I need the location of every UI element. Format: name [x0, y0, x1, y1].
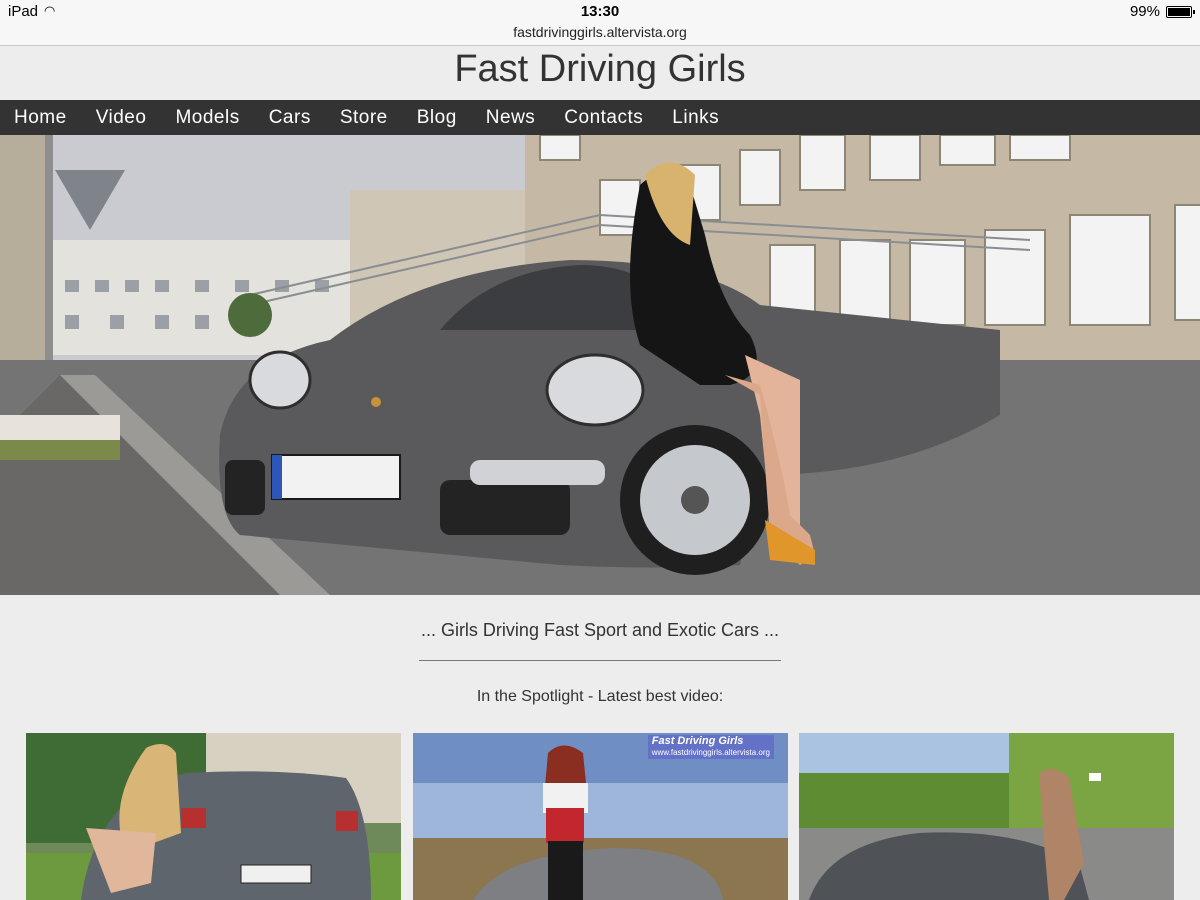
- nav-news[interactable]: News: [486, 107, 536, 129]
- nav-contacts[interactable]: Contacts: [564, 107, 643, 129]
- nav-video[interactable]: Video: [96, 107, 147, 129]
- site-title[interactable]: Fast Driving Girls: [0, 47, 1200, 100]
- nav-home[interactable]: Home: [14, 107, 67, 129]
- nav-cars[interactable]: Cars: [269, 107, 311, 129]
- section-divider: [419, 660, 781, 661]
- battery-icon: [1166, 6, 1195, 18]
- hero-image: [0, 135, 1200, 595]
- nav-models[interactable]: Models: [175, 107, 239, 129]
- video-thumbnail[interactable]: [799, 733, 1174, 900]
- main-nav: Home Video Models Cars Store Blog News C…: [0, 100, 1200, 135]
- spotlight-heading: In the Spotlight - Latest best video:: [476, 688, 724, 705]
- nav-blog[interactable]: Blog: [417, 107, 457, 129]
- site-tagline: ... Girls Driving Fast Sport and Exotic …: [420, 620, 780, 640]
- address-bar[interactable]: fastdrivinggirls.altervista.org: [0, 24, 1200, 46]
- video-thumbnail[interactable]: Fast Driving Girls www.fastdrivinggirls.…: [413, 733, 788, 900]
- nav-links[interactable]: Links: [672, 107, 719, 129]
- video-thumbnails: Fast Driving Girls www.fastdrivinggirls.…: [26, 733, 1174, 900]
- video-thumbnail[interactable]: [26, 733, 401, 900]
- url-text[interactable]: fastdrivinggirls.altervista.org: [513, 24, 687, 40]
- thumbnail-watermark: Fast Driving Girls www.fastdrivinggirls.…: [647, 735, 774, 759]
- clock: 13:30: [580, 3, 620, 20]
- status-bar: iPad ◠ 13:30 99%: [0, 0, 1200, 24]
- battery-percentage: 99%: [1129, 3, 1160, 20]
- nav-store[interactable]: Store: [340, 107, 388, 129]
